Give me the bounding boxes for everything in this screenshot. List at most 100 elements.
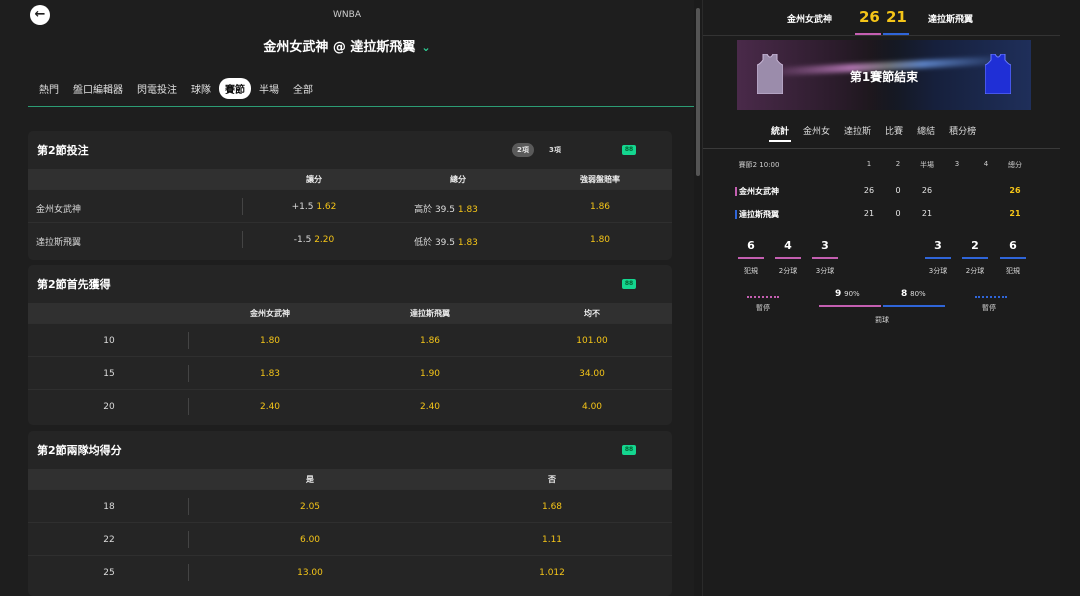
col-total: 總分 [1008,161,1022,169]
tab-team-a[interactable]: 金州女 [803,124,830,137]
timeout-label: 暫停 [982,304,996,312]
bet-builder-badge-icon: 88 [622,279,636,289]
half-score: 26 [921,186,933,195]
odds-yes[interactable]: 13.00 [297,568,323,578]
team-name: 金州女武神 [36,205,82,215]
spread-cell[interactable]: -1.5 2.20 [294,235,334,245]
team-a-name: 金州女武神 [787,15,833,25]
total-line: 高於 39.5 [414,205,455,215]
match-title[interactable]: 金州女武神 @ 達拉斯飛翼 ⌄ [0,36,694,55]
scrollbar-thumb[interactable] [696,8,700,176]
odds-team-a[interactable]: 1.80 [260,336,280,346]
tab-summary[interactable]: 總結 [917,124,935,137]
stat-label: 3分球 [815,267,835,275]
divider [188,365,189,382]
half-score: 21 [921,209,933,218]
odds-yes[interactable]: 2.05 [300,502,320,512]
market-card-q2-betting: 第2節投注 2項 3項 88 讓分 總分 強弱盤賠率 金州女武神 +1.5 1.… [28,131,672,260]
vertical-scrollbar[interactable]: ˆ [694,0,702,596]
col-team-b: 達拉斯飛翼 [410,309,450,318]
column-header: 讓分 總分 強弱盤賠率 [28,169,672,189]
spread-line: -1.5 [293,235,312,245]
odds-no[interactable]: 1.11 [542,535,562,545]
odds-none[interactable]: 101.00 [576,336,608,346]
col-spread: 讓分 [306,175,322,184]
team-a-underline [855,33,881,35]
team-b-name: 達拉斯飛翼 [928,15,974,25]
odds-team-b[interactable]: 1.90 [420,369,440,379]
page-gutter [1060,0,1080,596]
scroll-up-icon[interactable]: ˆ [694,0,702,5]
team-b-fouls: 6 [1009,239,1017,252]
odds-team-b[interactable]: 1.86 [420,336,440,346]
odds-yes[interactable]: 6.00 [300,535,320,545]
total-cell[interactable]: 低於 39.5 1.83 [414,235,478,248]
score-header: 金州女武神 26 21 達拉斯飛翼 [703,0,1061,36]
spread-odds: 2.20 [314,235,335,245]
odds-none[interactable]: 34.00 [579,369,605,379]
tab-teams[interactable]: 球隊 [185,78,217,99]
team-b-ft: 8 80% [901,289,926,299]
odds-team-a[interactable]: 1.83 [260,369,280,379]
ft-pct: 80% [910,290,926,298]
total-odds: 1.83 [457,205,478,215]
spread-line: +1.5 [291,202,314,212]
odds-no[interactable]: 1.68 [542,502,562,512]
team-b-timeouts [975,296,1007,298]
stat-underline [738,257,764,259]
col-moneyline: 強弱盤賠率 [580,175,620,184]
q2-score: 0 [895,209,901,218]
stat-label: 2分球 [965,267,985,275]
table-row: 15 1.83 1.90 34.00 [28,356,672,389]
tab-stats[interactable]: 統計 [771,124,789,137]
timeout-label: 暫停 [756,304,770,312]
stat-label: 犯規 [1006,267,1020,275]
tab-half[interactable]: 半場 [253,78,285,99]
stat-underline [775,257,801,259]
column-header: 金州女武神 達拉斯飛翼 均不 [28,303,672,323]
moneyline-odds[interactable]: 1.80 [590,235,610,245]
team-name: 金州女武神 [739,187,779,196]
odds-none[interactable]: 4.00 [582,402,602,412]
odds-team-a[interactable]: 2.40 [260,402,280,412]
col-yes: 是 [306,475,314,484]
team-a-score: 26 [859,8,880,26]
spread-odds: 1.62 [316,202,337,212]
divider [188,498,189,515]
odds-team-b[interactable]: 2.40 [420,402,440,412]
spread-cell[interactable]: +1.5 1.62 [292,202,337,212]
team-b-3pt: 3 [934,239,942,252]
team-b-ft-bar [883,305,945,307]
divider [188,332,189,349]
points-label: 22 [103,535,115,545]
points-label: 20 [103,402,115,412]
points-label: 15 [103,369,115,379]
tab-all[interactable]: 全部 [287,78,319,99]
tab-quick-bet[interactable]: 閃電投注 [131,78,183,99]
tab-team-b[interactable]: 達拉斯 [844,124,871,137]
odds-no[interactable]: 1.012 [539,568,565,578]
card-header[interactable]: 第2節首先獲得 88 [28,265,672,303]
divider [188,564,189,581]
team-b-color-bar [735,210,737,219]
team-b-2pt: 2 [971,239,979,252]
market-card-q2-race-to: 第2節首先獲得 88 金州女武神 達拉斯飛翼 均不 10 1.80 1.86 1… [28,265,672,425]
points-label: 25 [103,568,115,578]
tab-hot[interactable]: 熱門 [33,78,65,99]
card-header[interactable]: 第2節投注 2項 3項 88 [28,131,672,169]
card-header[interactable]: 第2節兩隊均得分 88 [28,431,672,469]
col-no: 否 [548,475,556,484]
tab-bet-builder[interactable]: 盤口編輯器 [67,78,129,99]
pill-2-items[interactable]: 2項 [512,143,534,157]
chevron-down-icon[interactable]: ⌄ [421,41,430,54]
total-cell[interactable]: 高於 39.5 1.83 [414,202,478,215]
tab-quarters[interactable]: 賽節 [219,78,251,99]
pill-3-items[interactable]: 3項 [544,143,566,157]
card-title: 第2節首先獲得 [37,278,111,291]
tab-match[interactable]: 比賽 [885,124,903,137]
tabs-divider [703,148,1061,149]
league-label: WNBA [333,10,361,20]
tab-standings[interactable]: 積分榜 [949,124,976,137]
moneyline-odds[interactable]: 1.86 [590,202,610,212]
ft-made: 9 [835,289,842,299]
